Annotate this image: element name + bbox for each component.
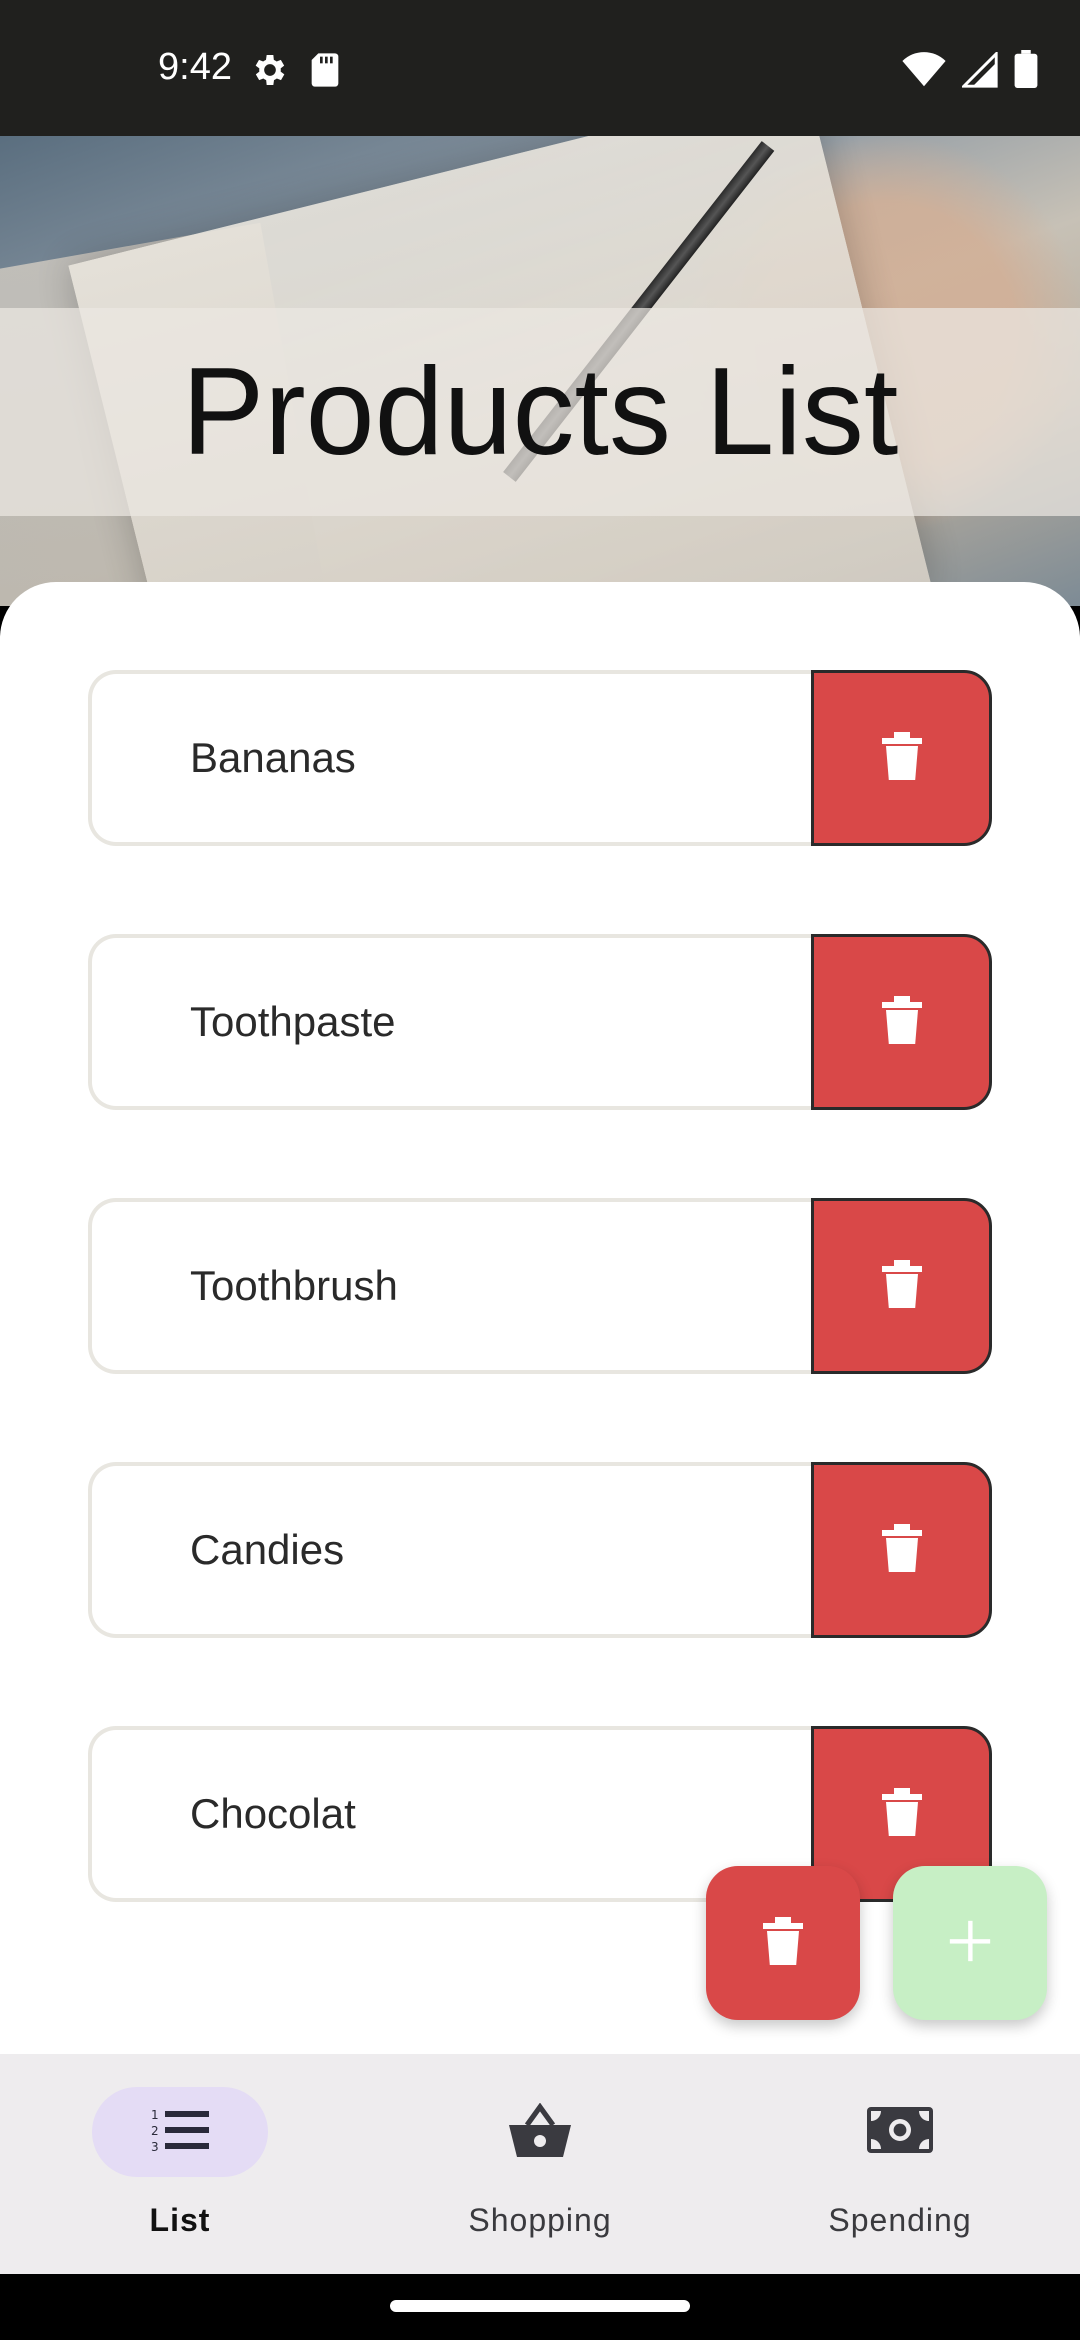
product-field[interactable]: Bananas [88,670,813,846]
plus-icon [948,1919,992,1968]
settings-icon [250,50,290,95]
product-field[interactable]: Toothbrush [88,1198,813,1374]
product-name: Chocolat [190,1790,356,1837]
product-name: Candies [190,1526,345,1573]
products-list: Bananas Toothpaste Toothbrush Candies Ch… [0,582,1080,2054]
sd-card-icon [308,50,342,95]
trash-icon [881,731,922,785]
product-name: Bananas [190,734,356,781]
product-name: Toothbrush [190,1262,398,1309]
trash-icon [881,1259,922,1313]
nav-label-list: List [149,2202,211,2238]
home-gesture-handle[interactable] [390,2300,690,2312]
list-item: Bananas [88,670,992,846]
product-field[interactable]: Candies [88,1462,813,1638]
delete-item-button[interactable] [811,670,992,846]
system-gesture-bar [0,2274,1080,2340]
nav-icon-container [452,2087,628,2177]
product-name: Toothpaste [190,998,396,1045]
product-field[interactable]: Chocolat [88,1726,813,1902]
svg-text:1: 1 [151,2108,159,2122]
status-bar: 9:42 [0,0,1080,136]
header-banner: Products List [0,136,1080,606]
battery-icon [1014,50,1038,93]
add-product-button[interactable] [893,1866,1047,2020]
money-icon [867,2106,933,2158]
trash-icon [881,995,922,1049]
nav-label-spending: Spending [828,2202,972,2238]
nav-active-indicator: 1 2 3 [92,2087,268,2177]
svg-text:2: 2 [151,2124,159,2138]
delete-all-button[interactable] [706,1866,860,2020]
trash-icon [881,1523,922,1577]
product-field[interactable]: Toothpaste [88,934,813,1110]
wifi-icon [902,52,946,93]
delete-item-button[interactable] [811,1462,992,1638]
status-time: 9:42 [158,46,232,88]
signal-icon [960,50,998,93]
nav-item-spending[interactable]: Spending [720,2054,1080,2274]
nav-item-shopping[interactable]: Shopping [360,2054,720,2274]
nav-label-shopping: Shopping [468,2202,612,2238]
numbered-list-icon: 1 2 3 [151,2107,209,2158]
basket-icon [509,2102,571,2162]
nav-item-list[interactable]: 1 2 3 List [0,2054,360,2274]
delete-item-button[interactable] [811,934,992,1110]
nav-icon-container [812,2087,988,2177]
trash-icon [763,1916,803,1970]
svg-text:3: 3 [151,2140,159,2153]
trash-icon [881,1787,922,1841]
list-item: Toothbrush [88,1198,992,1374]
bottom-navigation: 1 2 3 List Shopping Spending [0,2054,1080,2274]
list-item: Candies [88,1462,992,1638]
page-title: Products List [181,343,899,481]
list-item: Chocolat [88,1726,992,1902]
delete-item-button[interactable] [811,1198,992,1374]
list-item: Toothpaste [88,934,992,1110]
